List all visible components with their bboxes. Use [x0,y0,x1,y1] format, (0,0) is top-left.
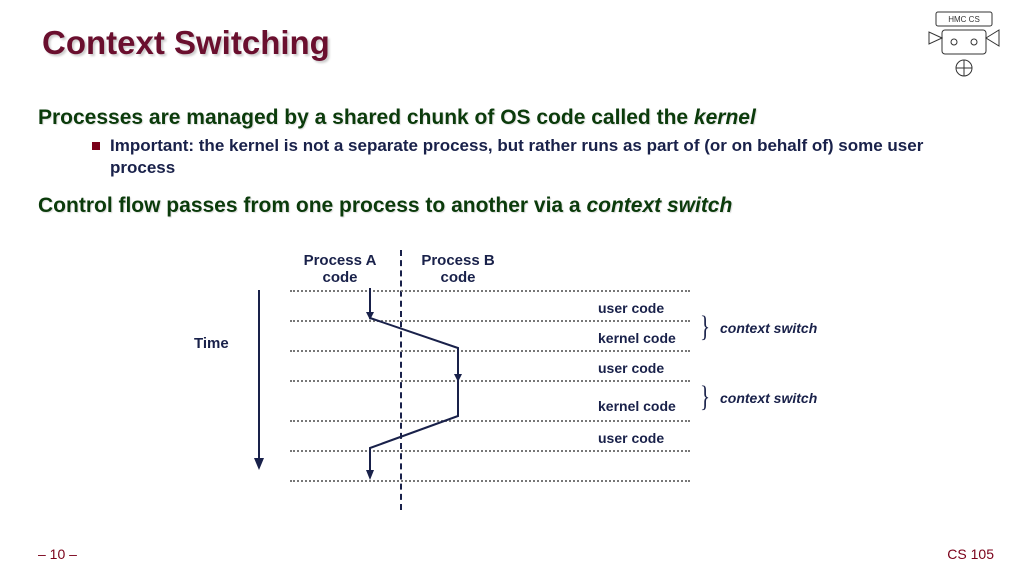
point-1-keyword: kernel [694,106,756,129]
proc-a-l1: Process A [304,252,377,269]
process-b-header: Process B code [408,252,508,287]
bullet-square-icon [92,142,100,150]
sub-bullet-1-text: Important: the kernel is not a separate … [110,135,984,179]
slide-title: Context Switching [42,24,330,62]
page-number: – 10 – [38,546,77,562]
row-label-user-1: user code [598,300,664,316]
brace-icon: } [700,380,710,414]
point-1-text: Processes are managed by a shared chunk … [38,106,694,129]
sub-bullet-1: Important: the kernel is not a separate … [92,135,984,179]
proc-a-l2: code [322,269,357,286]
time-arrow-icon [252,290,266,470]
context-switch-diagram: Time Process A code Process B code user … [190,250,890,510]
course-code: CS 105 [947,546,994,562]
proc-b-l2: code [440,269,475,286]
time-label: Time [194,335,229,352]
context-switch-label-1: context switch [720,320,817,336]
row-label-kernel-2: kernel code [598,398,676,414]
row-label-user-2: user code [598,360,664,376]
row-label-user-3: user code [598,430,664,446]
point-2-text: Control flow passes from one process to … [38,194,586,217]
point-1: Processes are managed by a shared chunk … [38,105,984,131]
content-area: Processes are managed by a shared chunk … [38,105,984,224]
point-2-keyword: context switch [586,194,732,217]
row-label-kernel-1: kernel code [598,330,676,346]
hmc-cs-logo: HMC CS [924,10,1004,80]
process-a-header: Process A code [290,252,390,287]
context-switch-label-2: context switch [720,390,817,406]
execution-flow-line [290,288,590,508]
brace-icon: } [700,310,710,344]
logo-text: HMC CS [948,15,980,24]
point-2: Control flow passes from one process to … [38,193,984,219]
proc-b-l1: Process B [421,252,494,269]
